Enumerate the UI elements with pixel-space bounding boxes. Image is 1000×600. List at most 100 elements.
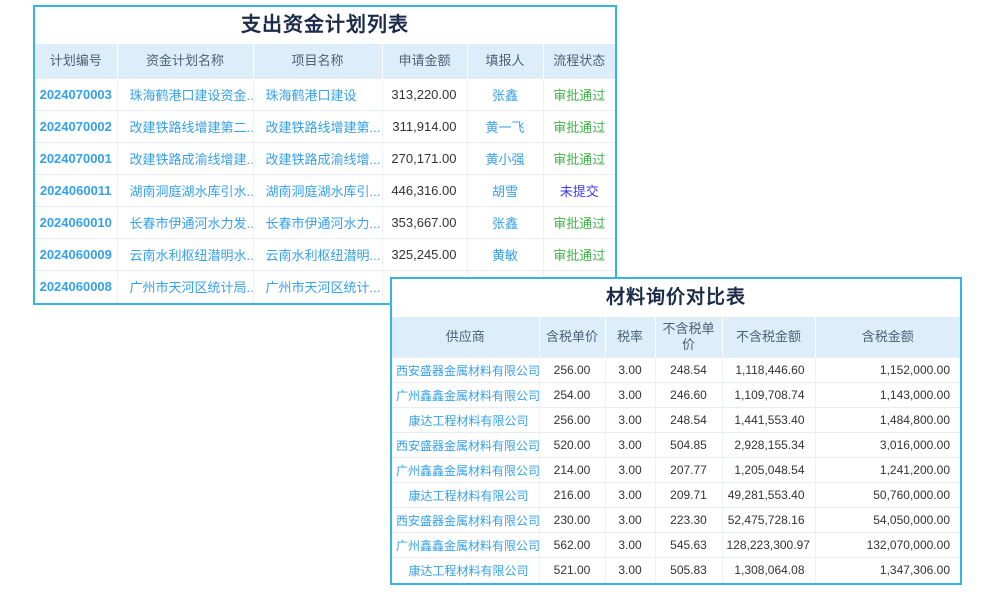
- cell-unit-price-incl-tax: 520.00: [539, 433, 605, 458]
- col-header-plan-number: 计划编号: [35, 44, 117, 79]
- material-inquiry-table: 供应商 含税单价 税率 不含税单价 不含税金额 含税金额 西安盛器金属材料有限公…: [392, 317, 960, 583]
- cell-unit-price-incl-tax: 256.00: [539, 358, 605, 383]
- cell-fund-plan-name[interactable]: 改建铁路成渝线增建...: [117, 143, 253, 175]
- expense-fund-plan-panel: 支出资金计划列表 计划编号 资金计划名称 项目名称 申请金额 填报人 流程状态 …: [33, 5, 617, 305]
- inquiry-table-header: 供应商 含税单价 税率 不含税单价 不含税金额 含税金额: [392, 317, 960, 358]
- cell-unit-price-incl-tax: 256.00: [539, 408, 605, 433]
- cell-unit-price-excl-tax: 545.63: [655, 533, 722, 558]
- cell-tax-rate: 3.00: [605, 383, 655, 408]
- cell-supplier[interactable]: 广州鑫鑫金属材料有限公司: [392, 458, 539, 483]
- cell-tax-rate: 3.00: [605, 483, 655, 508]
- cell-supplier[interactable]: 广州鑫鑫金属材料有限公司: [392, 533, 539, 558]
- cell-amount-incl-tax: 1,152,000.00: [815, 358, 960, 383]
- cell-amount-incl-tax: 54,050,000.00: [815, 508, 960, 533]
- table-row[interactable]: 2024060010长春市伊通河水力发...长春市伊通河水力...353,667…: [35, 207, 615, 239]
- cell-project-name: 湖南洞庭湖水库引...: [253, 175, 382, 207]
- cell-plan-number[interactable]: 2024070002: [35, 111, 117, 143]
- cell-unit-price-excl-tax: 207.77: [655, 458, 722, 483]
- cell-unit-price-excl-tax: 223.30: [655, 508, 722, 533]
- table-row[interactable]: 广州鑫鑫金属材料有限公司214.003.00207.771,205,048.54…: [392, 458, 960, 483]
- cell-supplier[interactable]: 广州鑫鑫金属材料有限公司: [392, 383, 539, 408]
- cell-amount-incl-tax: 50,760,000.00: [815, 483, 960, 508]
- expense-panel-title: 支出资金计划列表: [35, 7, 615, 44]
- cell-amount-excl-tax: 52,475,728.16: [722, 508, 815, 533]
- table-row[interactable]: 康达工程材料有限公司216.003.00209.7149,281,553.405…: [392, 483, 960, 508]
- cell-project-name: 云南水利枢纽潜明...: [253, 239, 382, 271]
- cell-plan-number[interactable]: 2024060008: [35, 271, 117, 303]
- expense-fund-plan-table: 计划编号 资金计划名称 项目名称 申请金额 填报人 流程状态 202407000…: [35, 44, 615, 303]
- table-row[interactable]: 2024070001改建铁路成渝线增建...改建铁路成渝线增...270,171…: [35, 143, 615, 175]
- cell-tax-rate: 3.00: [605, 558, 655, 583]
- col-header-flow-status: 流程状态: [543, 44, 615, 79]
- col-header-amount-excl-tax: 不含税金额: [722, 317, 815, 358]
- cell-unit-price-excl-tax: 246.60: [655, 383, 722, 408]
- table-row[interactable]: 西安盛器金属材料有限公司520.003.00504.852,928,155.34…: [392, 433, 960, 458]
- cell-unit-price-incl-tax: 562.00: [539, 533, 605, 558]
- cell-fund-plan-name[interactable]: 广州市天河区统计局...: [117, 271, 253, 303]
- col-header-tax-rate: 税率: [605, 317, 655, 358]
- cell-tax-rate: 3.00: [605, 358, 655, 383]
- cell-flow-status: 审批通过: [543, 207, 615, 239]
- cell-filler: 张鑫: [467, 207, 543, 239]
- table-row[interactable]: 康达工程材料有限公司521.003.00505.831,308,064.081,…: [392, 558, 960, 583]
- cell-tax-rate: 3.00: [605, 508, 655, 533]
- cell-supplier[interactable]: 西安盛器金属材料有限公司: [392, 358, 539, 383]
- cell-amount-excl-tax: 128,223,300.97: [722, 533, 815, 558]
- cell-plan-number[interactable]: 2024060010: [35, 207, 117, 239]
- cell-supplier[interactable]: 西安盛器金属材料有限公司: [392, 433, 539, 458]
- cell-project-name: 长春市伊通河水力...: [253, 207, 382, 239]
- cell-unit-price-incl-tax: 254.00: [539, 383, 605, 408]
- cell-flow-status: 审批通过: [543, 111, 615, 143]
- table-row[interactable]: 2024060009云南水利枢纽潜明水...云南水利枢纽潜明...325,245…: [35, 239, 615, 271]
- cell-amount-incl-tax: 1,143,000.00: [815, 383, 960, 408]
- cell-amount-excl-tax: 1,118,446.60: [722, 358, 815, 383]
- cell-supplier[interactable]: 康达工程材料有限公司: [392, 558, 539, 583]
- cell-filler: 黄一飞: [467, 111, 543, 143]
- cell-amount-incl-tax: 1,347,306.00: [815, 558, 960, 583]
- cell-fund-plan-name[interactable]: 珠海鹤港口建设资金...: [117, 79, 253, 111]
- cell-unit-price-excl-tax: 504.85: [655, 433, 722, 458]
- cell-unit-price-incl-tax: 214.00: [539, 458, 605, 483]
- cell-supplier[interactable]: 西安盛器金属材料有限公司: [392, 508, 539, 533]
- table-row[interactable]: 广州鑫鑫金属材料有限公司254.003.00246.601,109,708.74…: [392, 383, 960, 408]
- cell-supplier[interactable]: 康达工程材料有限公司: [392, 483, 539, 508]
- cell-tax-rate: 3.00: [605, 458, 655, 483]
- table-row[interactable]: 2024060011湖南洞庭湖水库引水...湖南洞庭湖水库引...446,316…: [35, 175, 615, 207]
- cell-fund-plan-name[interactable]: 湖南洞庭湖水库引水...: [117, 175, 253, 207]
- cell-apply-amount: 446,316.00: [382, 175, 467, 207]
- cell-project-name: 改建铁路成渝线增...: [253, 143, 382, 175]
- expense-table-header: 计划编号 资金计划名称 项目名称 申请金额 填报人 流程状态: [35, 44, 615, 79]
- cell-fund-plan-name[interactable]: 云南水利枢纽潜明水...: [117, 239, 253, 271]
- cell-tax-rate: 3.00: [605, 433, 655, 458]
- table-row[interactable]: 康达工程材料有限公司256.003.00248.541,441,553.401,…: [392, 408, 960, 433]
- col-header-apply-amount: 申请金额: [382, 44, 467, 79]
- table-row[interactable]: 2024070002改建铁路线增建第二...改建铁路线增建第...311,914…: [35, 111, 615, 143]
- cell-amount-excl-tax: 2,928,155.34: [722, 433, 815, 458]
- cell-filler: 张鑫: [467, 79, 543, 111]
- col-header-unit-price-incl-tax: 含税单价: [539, 317, 605, 358]
- cell-unit-price-excl-tax: 505.83: [655, 558, 722, 583]
- table-row[interactable]: 西安盛器金属材料有限公司230.003.00223.3052,475,728.1…: [392, 508, 960, 533]
- table-row[interactable]: 广州鑫鑫金属材料有限公司562.003.00545.63128,223,300.…: [392, 533, 960, 558]
- cell-tax-rate: 3.00: [605, 408, 655, 433]
- inquiry-panel-title: 材料询价对比表: [392, 279, 960, 317]
- cell-project-name: 改建铁路线增建第...: [253, 111, 382, 143]
- cell-project-name: 珠海鹤港口建设: [253, 79, 382, 111]
- col-header-project-name: 项目名称: [253, 44, 382, 79]
- cell-fund-plan-name[interactable]: 改建铁路线增建第二...: [117, 111, 253, 143]
- cell-plan-number[interactable]: 2024060011: [35, 175, 117, 207]
- cell-fund-plan-name[interactable]: 长春市伊通河水力发...: [117, 207, 253, 239]
- cell-plan-number[interactable]: 2024070003: [35, 79, 117, 111]
- cell-unit-price-excl-tax: 248.54: [655, 358, 722, 383]
- cell-plan-number[interactable]: 2024070001: [35, 143, 117, 175]
- cell-project-name: 广州市天河区统计...: [253, 271, 382, 303]
- cell-flow-status: 审批通过: [543, 143, 615, 175]
- col-header-supplier: 供应商: [392, 317, 539, 358]
- col-header-filler: 填报人: [467, 44, 543, 79]
- cell-plan-number[interactable]: 2024060009: [35, 239, 117, 271]
- cell-supplier[interactable]: 康达工程材料有限公司: [392, 408, 539, 433]
- cell-unit-price-incl-tax: 216.00: [539, 483, 605, 508]
- table-row[interactable]: 2024070003珠海鹤港口建设资金...珠海鹤港口建设313,220.00张…: [35, 79, 615, 111]
- cell-apply-amount: 270,171.00: [382, 143, 467, 175]
- table-row[interactable]: 西安盛器金属材料有限公司256.003.00248.541,118,446.60…: [392, 358, 960, 383]
